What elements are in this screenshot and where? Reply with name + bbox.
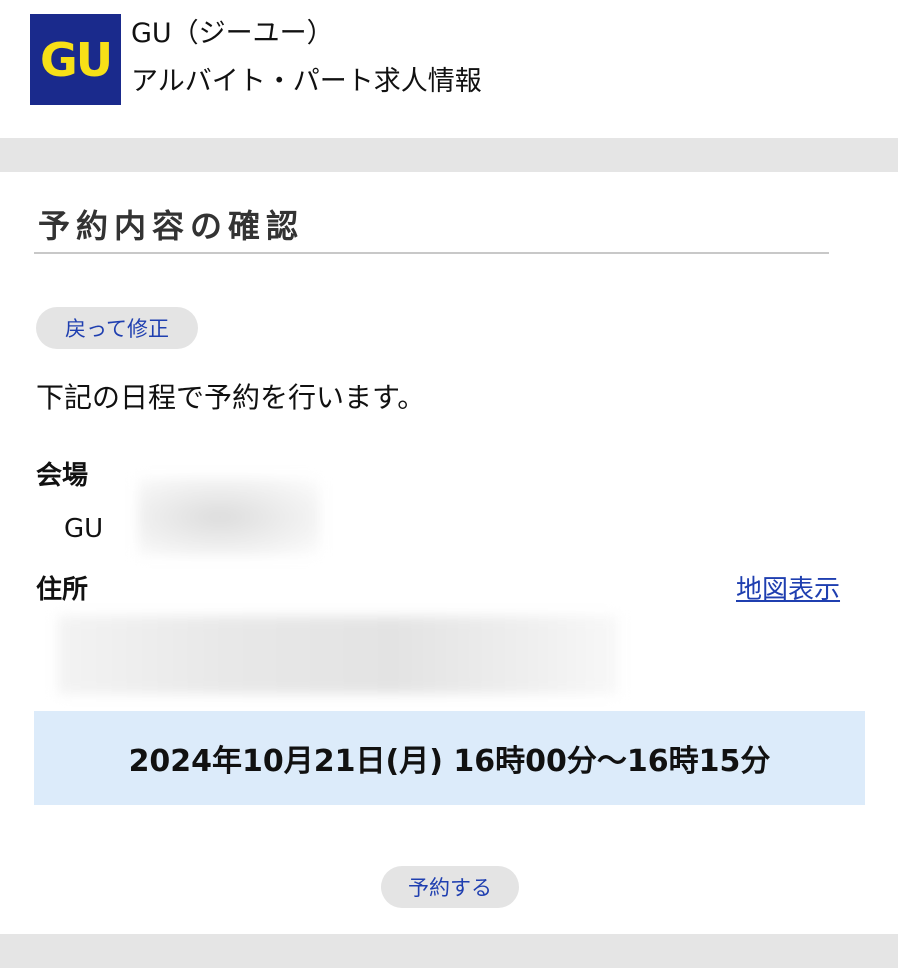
redacted-address: [58, 616, 618, 694]
schedule-datetime: 2024年10月21日(月) 16時00分〜16時15分: [128, 744, 771, 779]
venue-value: GU: [64, 514, 104, 544]
company-name: GU（ジーユー）: [131, 18, 334, 49]
logo-text: GU: [39, 32, 113, 87]
address-label: 住所: [36, 575, 89, 605]
back-to-edit-button[interactable]: 戻って修正: [36, 307, 198, 349]
top-divider-band: [0, 138, 898, 172]
reserve-button[interactable]: 予約する: [381, 866, 519, 908]
intro-text: 下記の日程で予約を行います。: [36, 381, 426, 414]
gu-logo[interactable]: GU: [30, 14, 121, 105]
page-title: 予約内容の確認: [38, 207, 305, 245]
redacted-venue-name: [138, 478, 320, 556]
map-view-link[interactable]: 地図表示: [736, 572, 840, 608]
venue-label: 会場: [36, 461, 89, 491]
site-subtitle: アルバイト・パート求人情報: [131, 66, 482, 97]
title-divider: [34, 252, 829, 254]
bottom-divider-band: [0, 934, 898, 968]
site-header: GU GU（ジーユー） アルバイト・パート求人情報: [0, 0, 898, 138]
schedule-box: 2024年10月21日(月) 16時00分〜16時15分: [34, 711, 865, 805]
